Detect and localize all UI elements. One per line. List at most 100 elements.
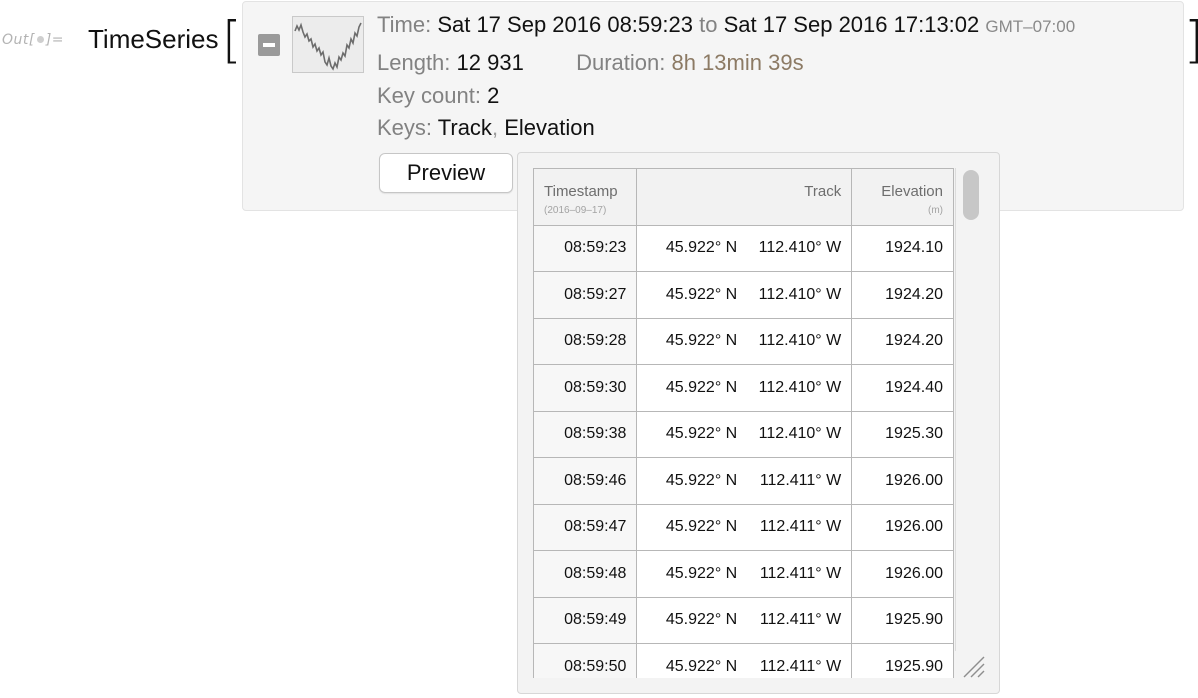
open-bracket: [ — [222, 11, 242, 69]
length-value: 12 931 — [456, 50, 524, 75]
cell-longitude: 112.411° W — [759, 611, 842, 629]
cell-elevation: 1926.00 — [851, 504, 954, 551]
cell-elevation: 1925.90 — [851, 597, 954, 644]
cell-longitude: 112.410° W — [758, 239, 842, 257]
header-elevation-sub: (m) — [928, 205, 943, 216]
length-label: Length: — [377, 50, 451, 75]
key-elevation: Elevation — [504, 115, 595, 140]
cell-track: 45.922° N 112.410° W — [636, 271, 853, 319]
header-track: Track — [636, 169, 853, 226]
table-row: 08:59:46 45.922° N 112.411° W 1926.00 — [534, 457, 954, 505]
cell-longitude: 112.411° W — [759, 657, 842, 675]
cell-elevation: 1924.20 — [851, 271, 954, 319]
cell-timestamp: 08:59:47 — [534, 504, 638, 551]
cell-elevation: 1924.10 — [851, 225, 954, 272]
length-row: Length: 12 931 Duration: 8h 13min 39s — [377, 50, 804, 76]
table-row: 08:59:30 45.922° N 112.410° W 1924.40 — [534, 364, 954, 412]
time-row: Time: Sat 17 Sep 2016 08:59:23 to Sat 17… — [377, 12, 1075, 38]
table-row: 08:59:49 45.922° N 112.411° W 1925.90 — [534, 597, 954, 644]
cell-latitude: 45.922° N — [665, 611, 738, 629]
cell-timestamp: 08:59:49 — [534, 597, 638, 644]
out-label-prefix: Out[ — [2, 32, 35, 48]
cell-longitude: 112.410° W — [758, 378, 842, 396]
cell-longitude: 112.410° W — [758, 285, 842, 303]
cell-timestamp: 08:59:46 — [534, 457, 638, 505]
cell-track: 45.922° N 112.410° W — [636, 225, 853, 272]
cell-longitude: 112.411° W — [759, 471, 842, 489]
sparkline-thumbnail — [292, 16, 364, 73]
cell-timestamp: 08:59:38 — [534, 411, 638, 458]
header-timestamp: Timestamp (2016–09–17) — [534, 169, 638, 226]
table-row: 08:59:38 45.922° N 112.410° W 1925.30 — [534, 411, 954, 458]
scroll-thumb[interactable] — [963, 170, 979, 220]
close-bracket: ] — [1184, 10, 1198, 70]
cell-track: 45.922° N 112.411° W — [636, 643, 853, 678]
cell-latitude: 45.922° N — [665, 425, 738, 443]
table-row: 08:59:23 45.922° N 112.410° W 1924.10 — [534, 225, 954, 272]
cell-latitude: 45.922° N — [665, 285, 738, 303]
duration-value: 8h 13min 39s — [671, 50, 804, 75]
cell-latitude: 45.922° N — [665, 564, 738, 582]
table-header-row: Timestamp (2016–09–17) Track Elevation (m) — [534, 169, 954, 226]
keycount-value: 2 — [487, 83, 500, 108]
key-separator: , — [491, 115, 499, 140]
out-label-suffix: ]= — [45, 32, 65, 48]
table-row: 08:59:28 45.922° N 112.410° W 1924.20 — [534, 318, 954, 365]
keys-row: Keys: Track, Elevation — [377, 115, 595, 141]
preview-button[interactable]: Preview — [379, 153, 513, 193]
cell-longitude: 112.411° W — [759, 518, 842, 536]
duration-label: Duration: — [576, 50, 666, 75]
preview-table[interactable]: Timestamp (2016–09–17) Track Elevation (m)… — [533, 168, 954, 678]
sparkline-icon — [294, 22, 362, 71]
cell-longitude: 112.410° W — [758, 425, 842, 443]
time-start: Sat 17 Sep 2016 08:59:23 — [437, 12, 693, 37]
time-end: Sat 17 Sep 2016 17:13:02 — [723, 12, 980, 37]
cell-latitude: 45.922° N — [665, 378, 738, 396]
table-row: 08:59:50 45.922° N 112.411° W 1925.90 — [534, 643, 954, 678]
cell-elevation: 1924.40 — [851, 364, 954, 412]
preview-popup: Timestamp (2016–09–17) Track Elevation (m)… — [517, 152, 1000, 694]
cell-latitude: 45.922° N — [665, 239, 738, 257]
resize-handle-icon[interactable] — [960, 653, 986, 679]
header-timestamp-sub: (2016–09–17) — [544, 205, 607, 216]
cell-track: 45.922° N 112.410° W — [636, 364, 853, 412]
header-elevation: Elevation (m) — [851, 169, 954, 226]
cell-latitude: 45.922° N — [665, 518, 738, 536]
cell-longitude: 112.410° W — [758, 332, 842, 350]
time-label: Time: — [377, 12, 432, 37]
cell-elevation: 1925.90 — [851, 643, 954, 678]
cell-longitude: 112.411° W — [759, 564, 842, 582]
cell-latitude: 45.922° N — [665, 332, 738, 350]
cell-elevation: 1924.20 — [851, 318, 954, 365]
keycount-row: Key count: 2 — [377, 83, 499, 109]
cell-timestamp: 08:59:48 — [534, 550, 638, 598]
vertical-scrollbar[interactable] — [955, 168, 985, 651]
cell-dot-icon — [36, 36, 44, 43]
cell-track: 45.922° N 112.411° W — [636, 457, 853, 505]
cell-track: 45.922° N 112.411° W — [636, 504, 853, 551]
cell-latitude: 45.922° N — [665, 657, 738, 675]
cell-elevation: 1925.30 — [851, 411, 954, 458]
header-track-title: Track — [804, 183, 842, 200]
cell-elevation: 1926.00 — [851, 550, 954, 598]
cell-timestamp: 08:59:28 — [534, 318, 638, 365]
cell-track: 45.922° N 112.411° W — [636, 550, 853, 598]
cell-timestamp: 08:59:50 — [534, 643, 638, 678]
cell-latitude: 45.922° N — [665, 471, 738, 489]
minus-icon — [263, 43, 275, 47]
key-track: Track — [437, 115, 492, 140]
table-row: 08:59:48 45.922° N 112.411° W 1926.00 — [534, 550, 954, 598]
cell-timestamp: 08:59:27 — [534, 271, 638, 319]
timezone: GMT–07:00 — [985, 17, 1076, 36]
keycount-label: Key count: — [377, 83, 481, 108]
table-row: 08:59:27 45.922° N 112.410° W 1924.20 — [534, 271, 954, 319]
cell-track: 45.922° N 112.410° W — [636, 411, 853, 458]
timeseries-head: TimeSeries — [88, 24, 219, 54]
table-row: 08:59:47 45.922° N 112.411° W 1926.00 — [534, 504, 954, 551]
cell-timestamp: 08:59:30 — [534, 364, 638, 412]
header-timestamp-title: Timestamp — [544, 183, 618, 200]
collapse-button[interactable] — [258, 34, 280, 56]
header-elevation-title: Elevation — [881, 183, 943, 200]
time-to: to — [699, 12, 718, 37]
cell-elevation: 1926.00 — [851, 457, 954, 505]
